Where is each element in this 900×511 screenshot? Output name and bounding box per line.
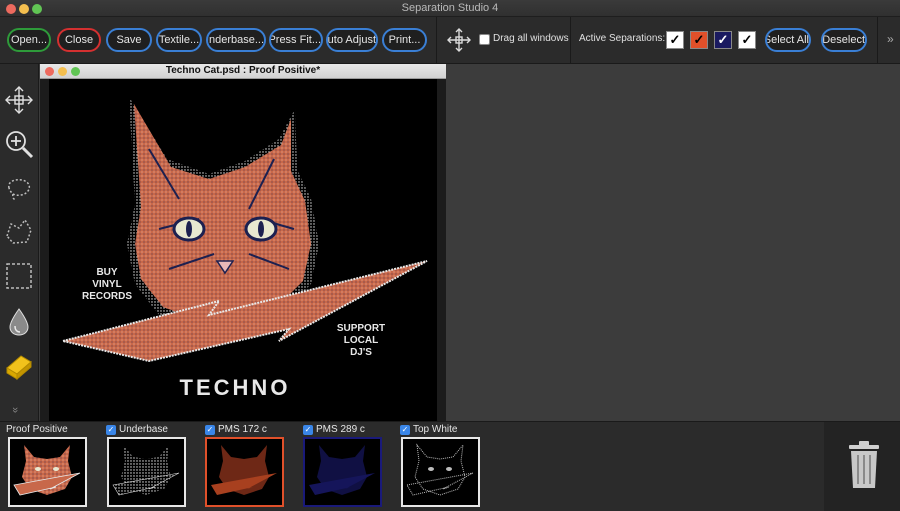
separation-thumb-top-white[interactable] bbox=[401, 437, 480, 507]
active-separations-label: Active Separations: bbox=[579, 33, 666, 44]
separation-name: Underbase bbox=[119, 424, 168, 435]
artwork-canvas[interactable]: BUY VINYL RECORDS SUPPORT LOCAL DJ'S TEC… bbox=[49, 79, 437, 421]
artwork-text-support: SUPPORT bbox=[337, 323, 385, 334]
active-sep-swatch-top-white[interactable]: ✓ bbox=[738, 31, 756, 49]
artwork-text-records: RECORDS bbox=[82, 291, 132, 302]
separation-label-proof-positive: Proof Positive bbox=[6, 424, 68, 435]
eraser-tool-icon[interactable] bbox=[3, 350, 35, 382]
separation-label-pms172: ✓ PMS 172 c bbox=[205, 424, 267, 435]
toolbar-divider bbox=[436, 17, 437, 64]
pms172-visibility-checkbox[interactable]: ✓ bbox=[205, 424, 215, 435]
active-sep-swatch-pms172[interactable]: ✓ bbox=[690, 31, 708, 49]
artwork-text-buy: BUY bbox=[96, 267, 117, 278]
press-fit-button-label: Press Fit... bbox=[269, 34, 321, 46]
move-tool-icon[interactable] bbox=[3, 84, 35, 116]
thumb-cat-icon bbox=[13, 445, 81, 496]
separation-name: Proof Positive bbox=[6, 424, 68, 435]
drag-all-move-icon[interactable] bbox=[445, 26, 473, 54]
save-button[interactable]: Save bbox=[106, 28, 152, 52]
thumb-cat-icon bbox=[309, 445, 375, 495]
toolbox-expand-icon[interactable]: » bbox=[9, 407, 21, 413]
underbase-button-label: Underbase... bbox=[206, 34, 264, 46]
techno-cat-artwork: BUY VINYL RECORDS SUPPORT LOCAL DJ'S TEC… bbox=[62, 97, 428, 400]
separation-label-pms289: ✓ PMS 289 c bbox=[303, 424, 365, 435]
separation-label-underbase: ✓ Underbase bbox=[106, 424, 168, 435]
underbase-visibility-checkbox[interactable]: ✓ bbox=[106, 424, 116, 435]
document-scrollbar[interactable] bbox=[437, 79, 446, 421]
document-window: Techno Cat.psd : Proof Positive* BUY VIN… bbox=[40, 64, 446, 421]
drag-all-label: Drag all windows bbox=[493, 33, 569, 44]
deselect-label: Deselect bbox=[822, 34, 865, 46]
polygon-lasso-tool-icon[interactable] bbox=[3, 216, 35, 248]
textile-button-label: Textile... bbox=[158, 34, 200, 46]
zoom-tool-icon[interactable] bbox=[3, 128, 35, 160]
thumb-cat-icon bbox=[211, 445, 277, 495]
trash-icon[interactable] bbox=[847, 440, 881, 490]
close-button[interactable]: Close bbox=[57, 28, 101, 52]
textile-button[interactable]: Textile... bbox=[156, 28, 202, 52]
underbase-button[interactable]: Underbase... bbox=[206, 28, 266, 52]
app-window: Separation Studio 4 Open... Close Save T… bbox=[0, 0, 900, 511]
separation-label-top-white: ✓ Top White bbox=[400, 424, 457, 435]
separation-name: Top White bbox=[413, 424, 458, 435]
auto-adjust-button-label: Auto Adjust bbox=[327, 34, 376, 46]
artwork-text-techno: TECHNO bbox=[180, 375, 291, 400]
thumb-cat-icon bbox=[112, 445, 180, 496]
document-left-gutter bbox=[40, 79, 49, 421]
press-fit-button[interactable]: Press Fit... bbox=[269, 28, 323, 52]
main-toolbar: Open... Close Save Textile... Underbase.… bbox=[0, 17, 900, 64]
lasso-tool-icon[interactable] bbox=[3, 172, 35, 204]
auto-adjust-button[interactable]: Auto Adjust bbox=[326, 28, 378, 52]
title-bar: Separation Studio 4 bbox=[0, 0, 900, 17]
separation-thumb-underbase[interactable] bbox=[107, 437, 186, 507]
separation-thumb-pms289[interactable] bbox=[303, 437, 382, 507]
app-title: Separation Studio 4 bbox=[401, 2, 499, 14]
drag-all-checkbox[interactable] bbox=[479, 34, 490, 45]
active-sep-swatch-pms289[interactable]: ✓ bbox=[714, 31, 732, 49]
marquee-tool-icon[interactable] bbox=[3, 260, 35, 292]
active-sep-swatch-underbase[interactable]: ✓ bbox=[666, 31, 684, 49]
artwork-text-djs: DJ'S bbox=[350, 347, 372, 358]
top-white-visibility-checkbox[interactable]: ✓ bbox=[400, 424, 410, 435]
print-button[interactable]: Print... bbox=[382, 28, 427, 52]
select-all-label: Select All bbox=[765, 34, 809, 46]
toolbar-overflow-icon[interactable]: » bbox=[887, 32, 894, 46]
thumb-cat-icon bbox=[406, 443, 474, 496]
pms289-visibility-checkbox[interactable]: ✓ bbox=[303, 424, 313, 435]
toolbar-divider bbox=[570, 17, 571, 64]
open-button[interactable]: Open... bbox=[7, 28, 51, 52]
eyedropper-tool-icon[interactable] bbox=[3, 306, 35, 338]
toolbar-divider bbox=[877, 17, 878, 64]
document-title-bar: Techno Cat.psd : Proof Positive* bbox=[40, 64, 446, 79]
trash-drop-zone[interactable] bbox=[824, 422, 900, 511]
document-title: Techno Cat.psd : Proof Positive* bbox=[165, 65, 321, 76]
separations-strip: Proof Positive ✓ Underbase ✓ PMS 172 c ✓… bbox=[0, 421, 900, 511]
deselect-button[interactable]: Deselect bbox=[821, 28, 867, 52]
select-all-button[interactable]: Select All bbox=[765, 28, 811, 52]
separation-name: PMS 172 c bbox=[218, 424, 267, 435]
artwork-text-local: LOCAL bbox=[344, 335, 378, 346]
separation-thumb-pms172[interactable] bbox=[205, 437, 284, 507]
tool-palette: » bbox=[0, 64, 39, 421]
artwork-text-vinyl: VINYL bbox=[92, 279, 121, 290]
separation-thumb-proof-positive[interactable] bbox=[8, 437, 87, 507]
separation-name: PMS 289 c bbox=[316, 424, 365, 435]
